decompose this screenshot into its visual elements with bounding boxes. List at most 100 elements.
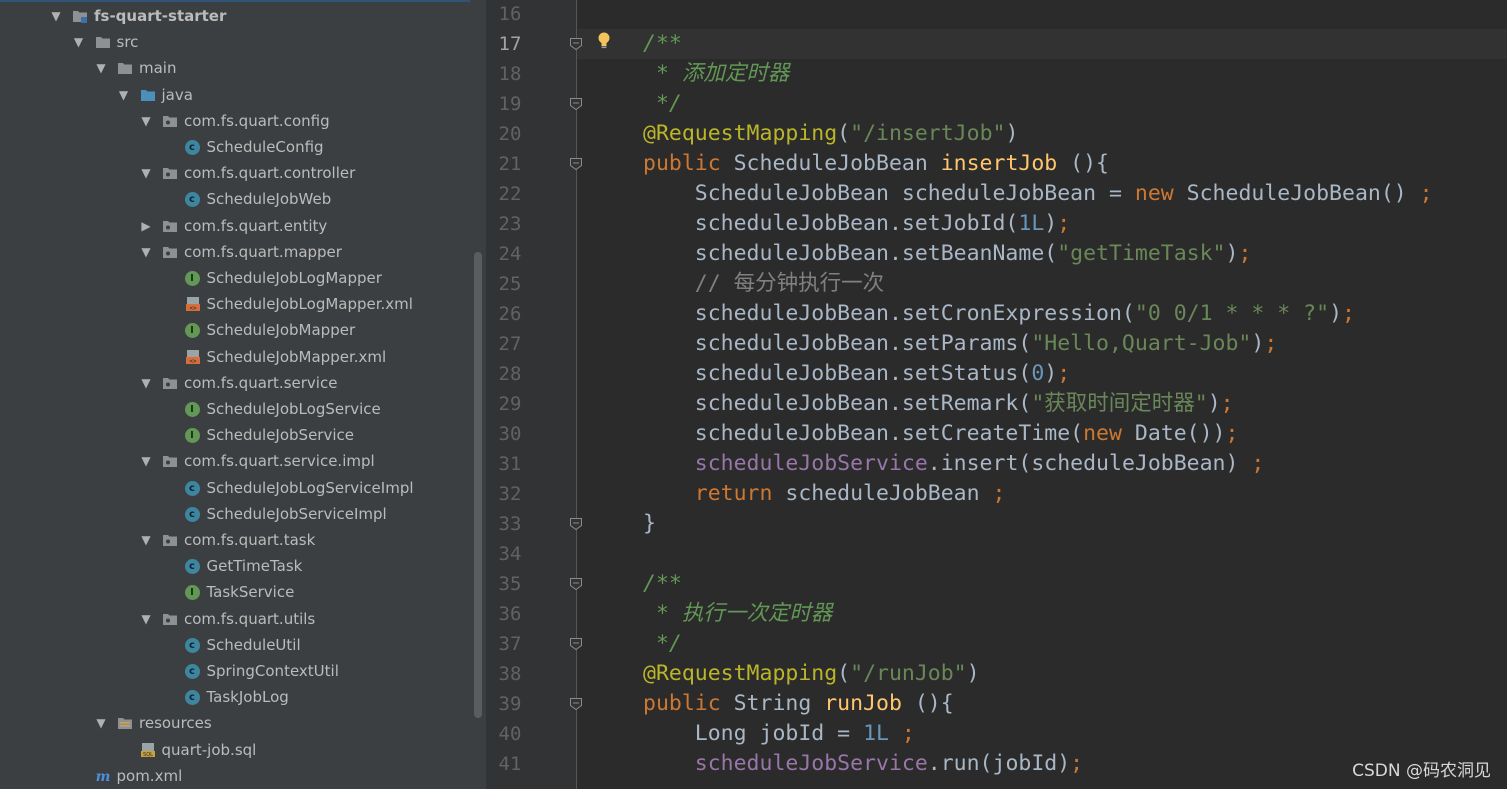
- code-token: runJob: [824, 691, 902, 716]
- tree-item[interactable]: ▼ com.fs.quart.task: [0, 527, 486, 553]
- code-line[interactable]: scheduleJobBean.setStatus(0);: [643, 359, 1070, 389]
- code-line[interactable]: public ScheduleJobBean insertJob (){: [643, 149, 1109, 179]
- tree-item[interactable]: c ScheduleJobLogServiceImpl: [0, 475, 486, 501]
- fold-marker-icon[interactable]: [569, 577, 583, 591]
- expand-arrow-down-icon[interactable]: ▼: [139, 239, 153, 265]
- tree-item-label: com.fs.quart.entity: [184, 216, 328, 235]
- expand-arrow-down-icon[interactable]: ▼: [139, 606, 153, 632]
- code-token: ;: [992, 481, 1006, 506]
- tree-item[interactable]: ▼ com.fs.quart.controller: [0, 160, 486, 186]
- tree-item[interactable]: ▶ com.fs.quart.entity: [0, 213, 486, 239]
- tree-item[interactable]: m pom.xml: [0, 763, 486, 789]
- tree-item[interactable]: c TaskJobLog: [0, 684, 486, 710]
- tree-item[interactable]: c ScheduleConfig: [0, 134, 486, 160]
- fold-marker-icon[interactable]: [569, 37, 583, 51]
- code-line[interactable]: Long jobId = 1L ;: [643, 719, 915, 749]
- code-line[interactable]: /**: [643, 569, 682, 599]
- tree-item[interactable]: ▼ java: [0, 82, 486, 108]
- code-line[interactable]: scheduleJobBean.setRemark("获取时间定时器");: [643, 389, 1234, 419]
- fold-marker-icon[interactable]: [569, 637, 583, 651]
- code-line[interactable]: scheduleJobService.run(jobId);: [643, 749, 1083, 779]
- project-scrollbar-thumb[interactable]: [474, 252, 482, 718]
- package-icon: [163, 168, 177, 180]
- expand-arrow-down-icon[interactable]: ▼: [139, 448, 153, 474]
- code-line[interactable]: scheduleJobBean.setJobId(1L);: [643, 209, 1070, 239]
- line-number: 27: [498, 333, 522, 355]
- code-token: .insert(scheduleJobBean): [927, 451, 1252, 476]
- code-line[interactable]: public String runJob (){: [643, 689, 954, 719]
- tree-item[interactable]: ▼ com.fs.quart.service.impl: [0, 448, 486, 474]
- fold-marker-icon[interactable]: [569, 697, 583, 711]
- line-number: 17: [498, 33, 522, 55]
- collapse-arrow-right-icon[interactable]: ▶: [139, 213, 153, 239]
- code-token: * 添加定时器: [643, 61, 790, 86]
- fold-marker-icon[interactable]: [569, 517, 583, 531]
- code-token: ): [1225, 241, 1239, 266]
- tree-item-label: ScheduleJobService: [206, 426, 355, 445]
- tree-item-label: quart-job.sql: [161, 740, 257, 759]
- tree-item[interactable]: c ScheduleJobServiceImpl: [0, 501, 486, 527]
- code-line[interactable]: */: [643, 629, 682, 659]
- expand-arrow-down-icon[interactable]: ▼: [94, 55, 108, 81]
- tree-item[interactable]: ▼ fs-quart-starter: [0, 3, 486, 29]
- expand-arrow-down-icon[interactable]: ▼: [139, 108, 153, 134]
- code-line[interactable]: * 执行一次定时器: [643, 599, 832, 629]
- expand-arrow-down-icon[interactable]: ▼: [117, 82, 131, 108]
- tree-item[interactable]: I ScheduleJobLogMapper: [0, 265, 486, 291]
- code-line[interactable]: return scheduleJobBean ;: [643, 479, 1006, 509]
- line-number: 21: [498, 153, 522, 175]
- expand-arrow-down-icon[interactable]: ▼: [72, 29, 86, 55]
- tree-item[interactable]: I TaskService: [0, 579, 486, 605]
- code-line[interactable]: }: [643, 509, 656, 539]
- tree-item[interactable]: ▼ com.fs.quart.config: [0, 108, 486, 134]
- fold-marker-icon[interactable]: [569, 97, 583, 111]
- code-token: ): [1329, 301, 1343, 326]
- tree-item[interactable]: c SpringContextUtil: [0, 658, 486, 684]
- expand-arrow-down-icon[interactable]: ▼: [139, 527, 153, 553]
- tree-item[interactable]: ▼ resources: [0, 710, 486, 736]
- tree-item[interactable]: ▼ com.fs.quart.mapper: [0, 239, 486, 265]
- code-token: /**: [643, 571, 682, 596]
- code-line[interactable]: * 添加定时器: [643, 59, 789, 89]
- code-line[interactable]: @RequestMapping("/runJob"): [643, 659, 980, 689]
- tree-item[interactable]: SQL quart-job.sql: [0, 737, 486, 763]
- tree-item[interactable]: I ScheduleJobMapper: [0, 317, 486, 343]
- tree-item-label: com.fs.quart.mapper: [184, 242, 342, 261]
- fold-marker-icon[interactable]: [569, 157, 583, 171]
- tree-item[interactable]: I ScheduleJobService: [0, 422, 486, 448]
- code-line[interactable]: ScheduleJobBean scheduleJobBean = new Sc…: [643, 179, 1433, 209]
- tree-item[interactable]: I ScheduleJobLogService: [0, 396, 486, 422]
- code-line[interactable]: scheduleJobBean.setParams("Hello,Quart-J…: [643, 329, 1278, 359]
- code-line[interactable]: // 每分钟执行一次: [643, 269, 884, 299]
- expand-arrow-down-icon[interactable]: ▼: [139, 370, 153, 396]
- line-number: 39: [498, 693, 522, 715]
- interface-icon: I: [184, 271, 200, 286]
- code-line[interactable]: */: [643, 89, 682, 119]
- code-token: ;: [1238, 241, 1252, 266]
- code-line[interactable]: @RequestMapping("/insertJob"): [643, 119, 1018, 149]
- code-line[interactable]: scheduleJobBean.setBeanName("getTimeTask…: [643, 239, 1252, 269]
- expand-arrow-down-icon[interactable]: ▼: [94, 710, 108, 736]
- expand-arrow-down-icon[interactable]: ▼: [139, 160, 153, 186]
- code-token: ): [1005, 121, 1019, 146]
- line-number: 29: [498, 393, 522, 415]
- tree-item[interactable]: ▼ com.fs.quart.utils: [0, 606, 486, 632]
- tree-item[interactable]: <> ScheduleJobLogMapper.xml: [0, 291, 486, 317]
- tree-item[interactable]: ▼ main: [0, 55, 486, 81]
- code-line[interactable]: scheduleJobBean.setCreateTime(new Date()…: [643, 419, 1239, 449]
- tree-item-label: com.fs.quart.task: [184, 531, 316, 549]
- tree-item[interactable]: c GetTimeTask: [0, 553, 486, 579]
- tree-item[interactable]: c ScheduleJobWeb: [0, 186, 486, 212]
- tree-item[interactable]: ▼ src: [0, 29, 486, 55]
- tree-item[interactable]: ▼ com.fs.quart.service: [0, 370, 486, 396]
- package-icon: [163, 115, 177, 127]
- lightbulb-intention-icon[interactable]: [596, 31, 612, 51]
- code-line[interactable]: scheduleJobService.insert(scheduleJobBea…: [643, 449, 1265, 479]
- tree-item[interactable]: c ScheduleUtil: [0, 632, 486, 658]
- tree-item[interactable]: <> ScheduleJobMapper.xml: [0, 344, 486, 370]
- package-icon: [163, 613, 177, 625]
- code-line[interactable]: scheduleJobBean.setCronExpression("0 0/1…: [643, 299, 1355, 329]
- line-number: 18: [498, 63, 522, 85]
- code-line[interactable]: /**: [643, 29, 682, 59]
- expand-arrow-down-icon[interactable]: ▼: [49, 3, 63, 29]
